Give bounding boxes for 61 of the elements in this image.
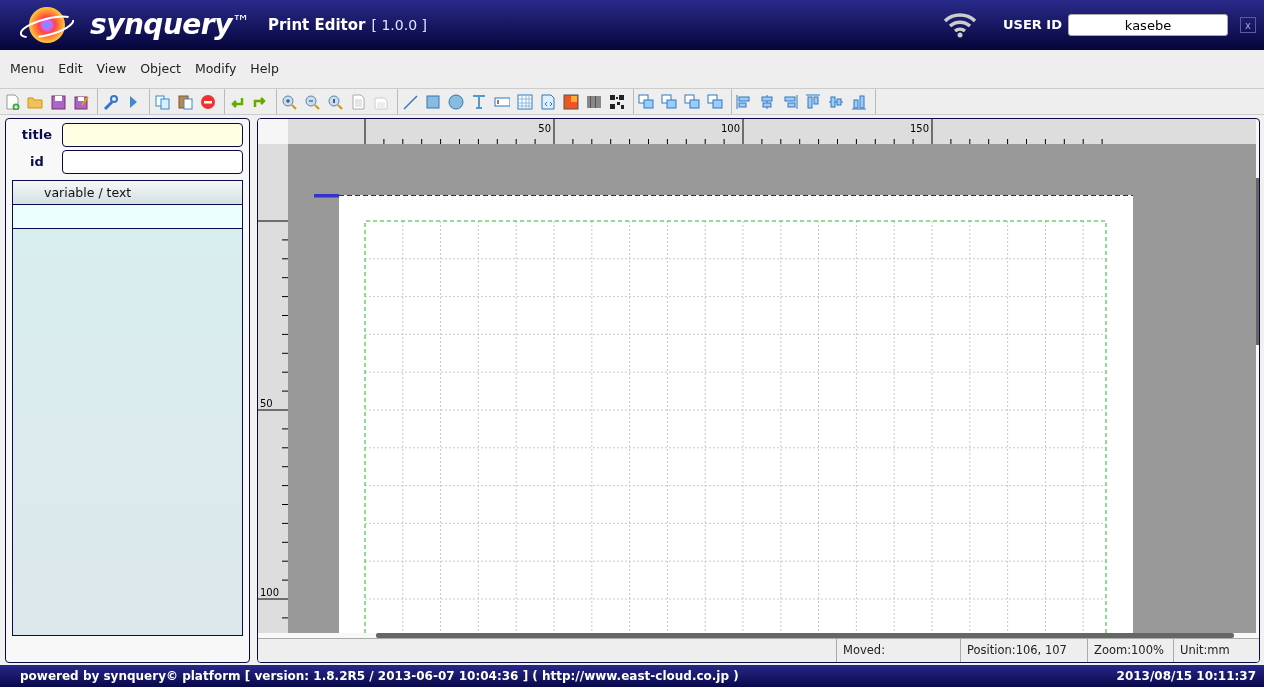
app-title: Print Editor [267,14,366,36]
wrench-icon[interactable] [102,93,118,110]
floppy-pencil-icon[interactable] [73,93,89,110]
user-id-label: USER ID [1003,16,1062,35]
footer-text: powered by synquery© platform [ version: 1.8.2R5 / 2013-06-07 10:04:36 ] ( http://www.east-cloud.co.jp ) [20,668,739,685]
align-bottom-icon[interactable] [851,93,867,110]
ruler-label: 50 [538,123,551,134]
menu-item[interactable]: Edit [54,59,93,79]
page-icon[interactable] [350,93,366,110]
align-top-icon[interactable] [805,93,821,110]
status-text: Position:106, 107 [960,639,1087,662]
qr-code-icon[interactable] [609,93,625,110]
text-tool-icon[interactable] [471,93,487,110]
align-right-icon[interactable] [782,93,798,110]
field-label: id [29,153,45,172]
zoom-reset-icon[interactable] [327,93,343,110]
menu-item[interactable]: View [92,59,137,79]
menu-item[interactable]: Modify [190,59,247,79]
ruler-label: 100 [260,587,280,598]
layers-icon[interactable] [684,93,700,110]
new-file-icon[interactable] [4,93,20,110]
logo-text: synquery [90,7,232,43]
user-id-field[interactable]: kasebe [1068,14,1228,36]
close-button[interactable]: x [1240,17,1256,33]
align-middle-icon[interactable] [828,93,844,110]
ruler-label: 100 [720,123,740,134]
status-text: Moved: [836,639,960,662]
menu-item[interactable]: Object [136,59,191,79]
image-icon[interactable] [563,93,579,110]
footer-datetime: 2013/08/15 10:11:37 [1116,668,1256,685]
zoom-out-icon[interactable] [304,93,320,110]
ruler-label: 150 [909,123,929,134]
version-text: [ 1.0.0 ] [371,15,427,35]
ruler-label: 50 [260,398,273,409]
circle-icon[interactable] [448,93,464,110]
menu-item[interactable]: Help [246,59,289,79]
table-icon[interactable] [517,93,533,110]
menu-item[interactable]: Menu [6,59,55,79]
status-text: Unit:mm [1173,639,1259,662]
wifi-icon [943,12,978,38]
status-text: Zoom:100% [1087,639,1173,662]
page-marker [314,194,339,198]
table-header: variable / text [13,181,242,205]
barcode-icon[interactable] [586,93,602,110]
layers-icon[interactable] [661,93,677,110]
align-center-icon[interactable] [759,93,775,110]
field-label: title [20,126,53,145]
text-field[interactable] [61,150,243,174]
layers-icon[interactable] [638,93,654,110]
align-left-icon[interactable] [736,93,752,110]
code-file-icon[interactable] [540,93,556,110]
clipboard-icon[interactable] [177,93,193,110]
square-icon[interactable] [425,93,441,110]
line-icon[interactable] [402,93,418,110]
table-row[interactable] [13,205,242,229]
text-field[interactable] [61,123,243,147]
zoom-in-icon[interactable] [281,93,297,110]
copy-icon[interactable] [154,93,170,110]
layers-icon[interactable] [707,93,723,110]
horizontal-scrollbar[interactable] [376,633,1234,638]
stop-icon[interactable] [200,93,216,110]
